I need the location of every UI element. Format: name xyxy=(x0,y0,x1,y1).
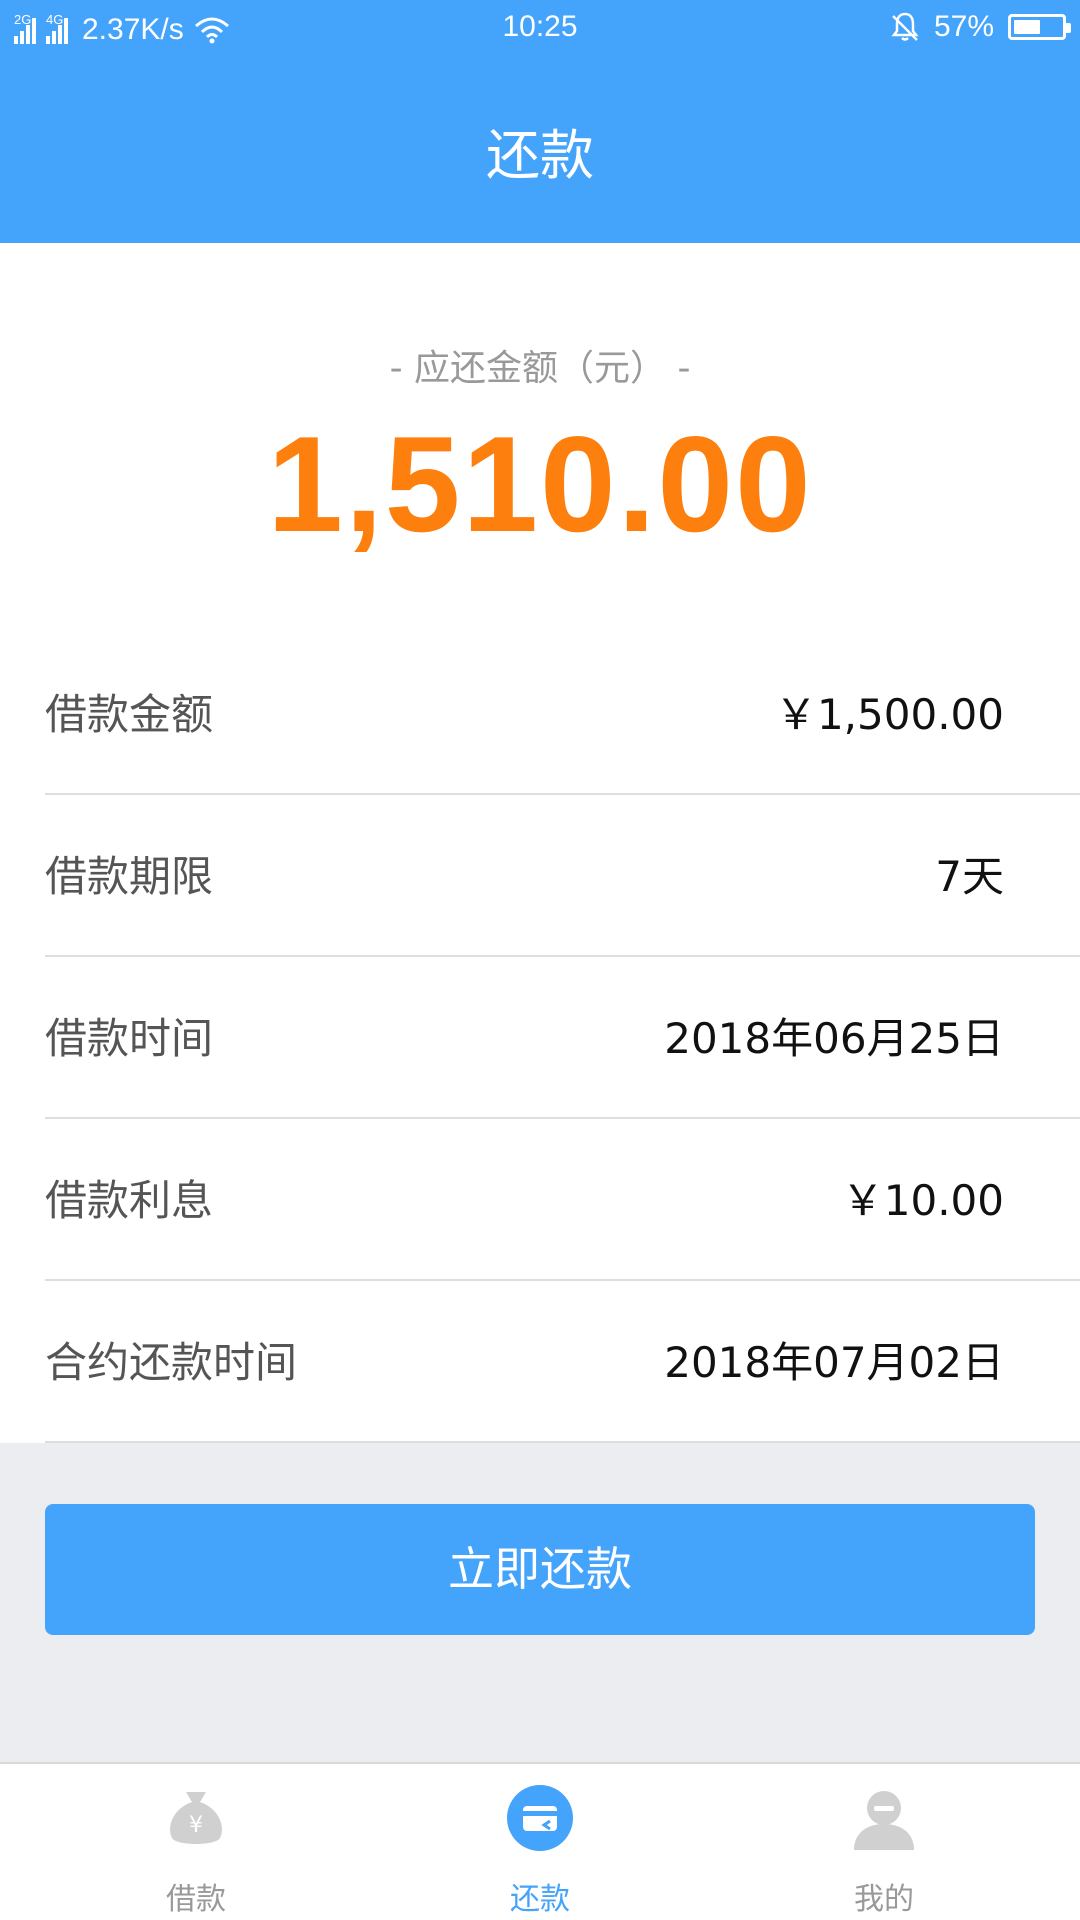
page-title: 还款 xyxy=(486,124,594,187)
detail-label: 借款时间 xyxy=(45,1014,214,1063)
bottom-nav: ¥ 借款 还款 我的 xyxy=(0,1762,1080,1920)
battery-percent: 57% xyxy=(933,10,994,43)
nav-item-repay[interactable]: 还款 xyxy=(420,1764,660,1920)
detail-value: 2018年07月02日 xyxy=(664,1338,1004,1387)
detail-value: 7天 xyxy=(935,852,1004,901)
detail-value: 2018年06月25日 xyxy=(664,1014,1004,1063)
repay-card-icon xyxy=(507,1785,573,1851)
status-bar: 2G 4G 2.37K/s 10:25 57% xyxy=(0,0,1080,58)
detail-label: 合约还款时间 xyxy=(45,1338,298,1387)
nav-item-loan[interactable]: ¥ 借款 xyxy=(76,1764,316,1920)
svg-text:¥: ¥ xyxy=(189,1813,203,1838)
detail-label: 借款金额 xyxy=(45,690,214,739)
detail-row-interest: 借款利息 ￥10.00 xyxy=(45,1119,1080,1281)
detail-row-due-date: 合约还款时间 2018年07月02日 xyxy=(45,1281,1080,1443)
money-bag-icon: ¥ xyxy=(170,1792,222,1844)
detail-value: ￥1,500.00 xyxy=(774,690,1004,739)
pay-now-button[interactable]: 立即还款 xyxy=(45,1504,1035,1635)
detail-row-loan-amount: 借款金额 ￥1,500.00 xyxy=(45,633,1080,795)
repayment-panel: - 应还金额（元） - 1,510.00 借款金额 ￥1,500.00 借款期限… xyxy=(0,243,1080,1443)
bell-muted-icon xyxy=(891,12,919,41)
nav-label: 我的 xyxy=(854,1882,914,1917)
detail-row-loan-term: 借款期限 7天 xyxy=(45,795,1080,957)
detail-value: ￥10.00 xyxy=(841,1176,1004,1225)
detail-label: 借款利息 xyxy=(45,1176,214,1225)
detail-row-loan-date: 借款时间 2018年06月25日 xyxy=(45,957,1080,1119)
due-amount: 1,510.00 xyxy=(267,408,813,560)
battery-icon xyxy=(1008,14,1071,40)
due-amount-label: - 应还金额（元） - xyxy=(389,348,691,389)
user-icon xyxy=(854,1791,914,1850)
nav-item-mine[interactable]: 我的 xyxy=(764,1764,1004,1920)
detail-label: 借款期限 xyxy=(45,852,214,901)
loan-details: 借款金额 ￥1,500.00 借款期限 7天 借款时间 2018年06月25日 … xyxy=(0,633,1080,1443)
app-header: 2G 4G 2.37K/s 10:25 57% 还款 xyxy=(0,0,1080,243)
nav-label: 借款 xyxy=(166,1882,226,1917)
battery-level xyxy=(1014,20,1041,34)
nav-label: 还款 xyxy=(510,1882,570,1917)
